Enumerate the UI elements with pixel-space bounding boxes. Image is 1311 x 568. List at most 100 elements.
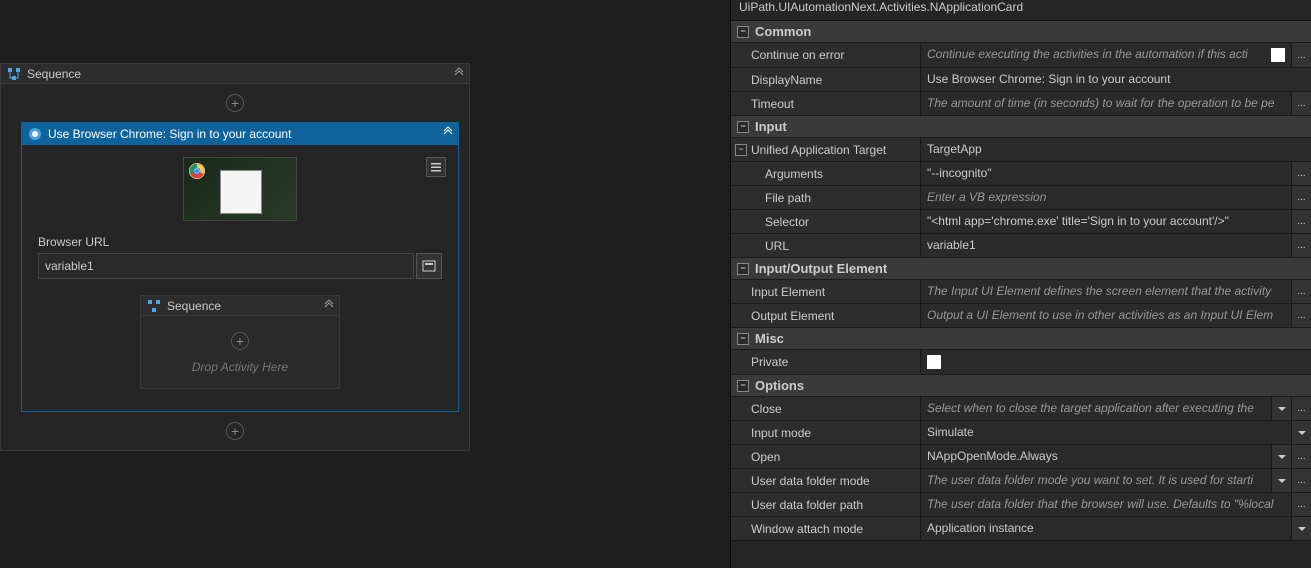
activity-body: Browser URL Sequence xyxy=(22,145,458,411)
more-button[interactable]: ... xyxy=(1291,210,1311,233)
property-value-cell[interactable]: Continue executing the activities in the… xyxy=(921,43,1311,67)
property-value-cell[interactable]: "--incognito"... xyxy=(921,162,1311,185)
property-row: OpenNAppOpenMode.Always... xyxy=(731,445,1311,469)
more-button[interactable]: ... xyxy=(1291,162,1311,185)
property-value-cell[interactable]: variable1... xyxy=(921,234,1311,257)
property-value-cell[interactable]: Select when to close the target applicat… xyxy=(921,397,1311,420)
more-button[interactable]: ... xyxy=(1291,43,1311,67)
checkbox[interactable] xyxy=(927,355,941,369)
sequence-header[interactable]: Sequence xyxy=(1,64,469,84)
property-label: User data folder path xyxy=(731,493,921,516)
checkbox[interactable] xyxy=(1271,48,1285,62)
property-category[interactable]: −Misc xyxy=(731,328,1311,350)
property-value-cell[interactable]: Application instance xyxy=(921,517,1311,540)
property-value[interactable]: TargetApp xyxy=(921,138,1311,161)
category-toggle[interactable]: − xyxy=(737,263,749,275)
activity-header[interactable]: Use Browser Chrome: Sign in to your acco… xyxy=(22,123,458,145)
use-browser-activity[interactable]: Use Browser Chrome: Sign in to your acco… xyxy=(21,122,459,412)
property-label: Close xyxy=(731,397,921,420)
more-button[interactable]: ... xyxy=(1291,304,1311,327)
more-button[interactable]: ... xyxy=(1291,92,1311,115)
category-toggle[interactable]: − xyxy=(737,333,749,345)
property-value[interactable]: The amount of time (in seconds) to wait … xyxy=(921,92,1291,115)
property-row: Arguments"--incognito"... xyxy=(731,162,1311,186)
property-value-cell[interactable]: Simulate xyxy=(921,421,1311,444)
property-category[interactable]: −Common xyxy=(731,21,1311,43)
property-label: User data folder mode xyxy=(731,469,921,492)
property-value[interactable]: Use Browser Chrome: Sign in to your acco… xyxy=(921,68,1311,91)
more-button[interactable]: ... xyxy=(1291,186,1311,209)
outer-sequence[interactable]: Sequence + Use Browser Chrome: Sign in t… xyxy=(0,63,470,451)
property-category[interactable]: −Input/Output Element xyxy=(731,258,1311,280)
property-row: Continue on errorContinue executing the … xyxy=(731,43,1311,68)
dropdown-button[interactable] xyxy=(1271,445,1291,468)
property-label: Continue on error xyxy=(731,43,921,67)
property-row: Input modeSimulate xyxy=(731,421,1311,445)
property-value-cell[interactable]: Use Browser Chrome: Sign in to your acco… xyxy=(921,68,1311,91)
add-activity-top-button[interactable]: + xyxy=(226,94,244,112)
collapse-icon[interactable] xyxy=(442,126,454,141)
more-button[interactable]: ... xyxy=(1291,445,1311,468)
more-button[interactable]: ... xyxy=(1291,280,1311,303)
add-activity-bottom-button[interactable]: + xyxy=(226,422,244,440)
property-value[interactable]: The user data folder that the browser wi… xyxy=(921,493,1291,516)
property-label: URL xyxy=(731,234,921,257)
property-value-cell[interactable]: Enter a VB expression... xyxy=(921,186,1311,209)
property-value[interactable]: Output a UI Element to use in other acti… xyxy=(921,304,1291,327)
property-label: −Unified Application Target xyxy=(731,138,921,161)
property-value-cell[interactable]: "<html app='chrome.exe' title='Sign in t… xyxy=(921,210,1311,233)
property-value[interactable]: Application instance xyxy=(921,517,1291,540)
browser-icon xyxy=(28,127,42,141)
category-label: Input xyxy=(755,119,787,134)
collapse-icon[interactable] xyxy=(453,67,465,82)
add-activity-inner-button[interactable]: + xyxy=(231,332,249,350)
category-toggle[interactable]: − xyxy=(737,380,749,392)
more-button[interactable]: ... xyxy=(1291,234,1311,257)
more-button[interactable]: ... xyxy=(1291,493,1311,516)
dropdown-button[interactable] xyxy=(1271,397,1291,420)
property-value-cell[interactable] xyxy=(921,350,1311,374)
property-row: Selector"<html app='chrome.exe' title='S… xyxy=(731,210,1311,234)
expression-editor-button[interactable] xyxy=(416,253,442,279)
property-value[interactable]: "<html app='chrome.exe' title='Sign in t… xyxy=(921,210,1291,233)
drop-activity-hint: Drop Activity Here xyxy=(141,360,339,374)
property-value-cell[interactable]: TargetApp xyxy=(921,138,1311,161)
property-value[interactable]: Simulate xyxy=(921,421,1291,444)
inner-sequence-header[interactable]: Sequence xyxy=(141,296,339,316)
target-screenshot-thumbnail[interactable] xyxy=(183,157,297,221)
property-value[interactable]: Select when to close the target applicat… xyxy=(921,397,1271,420)
more-button[interactable]: ... xyxy=(1291,397,1311,420)
property-value[interactable]: "--incognito" xyxy=(921,162,1291,185)
property-value-cell[interactable]: NAppOpenMode.Always... xyxy=(921,445,1311,468)
property-value[interactable]: variable1 xyxy=(921,234,1291,257)
property-value-cell[interactable]: The Input UI Element defines the screen … xyxy=(921,280,1311,303)
property-value[interactable]: NAppOpenMode.Always xyxy=(921,445,1271,468)
property-value[interactable]: Continue executing the activities in the… xyxy=(921,43,1265,67)
property-row: TimeoutThe amount of time (in seconds) t… xyxy=(731,92,1311,116)
category-toggle[interactable]: − xyxy=(737,26,749,38)
category-toggle[interactable]: − xyxy=(737,121,749,133)
property-category[interactable]: −Input xyxy=(731,116,1311,138)
inner-sequence[interactable]: Sequence + Drop Activity Here xyxy=(140,295,340,389)
property-value-cell[interactable]: The amount of time (in seconds) to wait … xyxy=(921,92,1311,115)
more-button[interactable]: ... xyxy=(1291,469,1311,492)
browser-url-input[interactable] xyxy=(38,253,414,279)
property-value[interactable]: The Input UI Element defines the screen … xyxy=(921,280,1291,303)
property-label: Input mode xyxy=(731,421,921,444)
dropdown-button[interactable] xyxy=(1271,469,1291,492)
collapse-icon[interactable] xyxy=(323,299,335,314)
inner-sequence-title: Sequence xyxy=(167,299,221,313)
property-row: Input ElementThe Input UI Element define… xyxy=(731,280,1311,304)
property-label: Timeout xyxy=(731,92,921,115)
options-menu-button[interactable] xyxy=(426,157,446,177)
property-value[interactable]: The user data folder mode you want to se… xyxy=(921,469,1271,492)
property-value-cell[interactable]: Output a UI Element to use in other acti… xyxy=(921,304,1311,327)
expand-toggle[interactable]: − xyxy=(735,144,747,156)
property-value[interactable]: Enter a VB expression xyxy=(921,186,1291,209)
property-value-cell[interactable]: The user data folder mode you want to se… xyxy=(921,469,1311,492)
dropdown-button[interactable] xyxy=(1291,421,1311,444)
property-category[interactable]: −Options xyxy=(731,375,1311,397)
workflow-designer: Sequence + Use Browser Chrome: Sign in t… xyxy=(0,0,730,568)
dropdown-button[interactable] xyxy=(1291,517,1311,540)
property-value-cell[interactable]: The user data folder that the browser wi… xyxy=(921,493,1311,516)
